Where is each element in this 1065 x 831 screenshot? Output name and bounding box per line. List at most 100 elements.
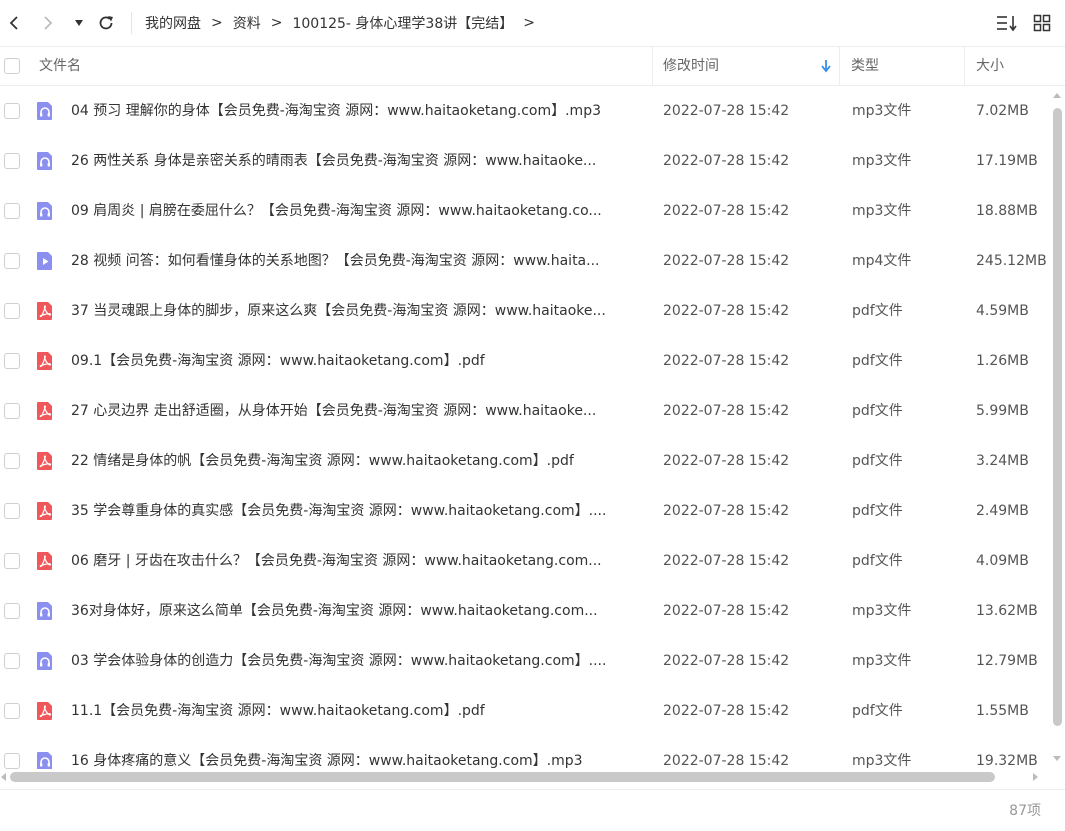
file-name[interactable]: 11.1【会员免费-海淘宝资 源网：www.haitaoketang.com】.… [71,686,643,736]
breadcrumb-item-level1[interactable]: 资料 [233,13,261,33]
file-size: 7.02MB [976,103,1029,119]
sort-desc-icon[interactable] [820,59,832,73]
column-divider[interactable] [652,47,653,85]
forward-button[interactable] [38,11,58,35]
row-checkbox[interactable] [4,453,20,469]
file-name[interactable]: 27 心灵边界 走出舒适圈，从身体开始【会员免费-海淘宝资 源网：www.hai… [71,386,643,436]
file-type: mp3文件 [852,103,912,119]
scroll-up-arrow-icon[interactable] [1053,93,1061,98]
file-type: mp3文件 [852,203,912,219]
column-divider[interactable] [839,47,840,85]
file-row[interactable]: 09 肩周炎 | 肩膀在委屈什么？【会员免费-海淘宝资 源网：www.haita… [0,186,1050,236]
refresh-button[interactable] [95,11,117,35]
row-checkbox[interactable] [4,203,20,219]
row-checkbox[interactable] [4,603,20,619]
column-divider[interactable] [964,47,965,85]
file-row[interactable]: 28 视频 问答：如何看懂身体的关系地图？【会员免费-海淘宝资 源网：www.h… [0,236,1050,286]
file-name[interactable]: 22 情绪是身体的帆【会员免费-海淘宝资 源网：www.haitaoketang… [71,436,643,486]
file-modified: 2022-07-28 15:42 [663,703,790,719]
column-header-modified[interactable]: 修改时间 [663,47,719,85]
select-all-checkbox[interactable] [4,58,20,74]
file-size: 4.59MB [976,303,1029,319]
file-type: pdf文件 [852,303,903,319]
pdf-icon [36,351,54,371]
scroll-right-arrow-icon[interactable] [1033,773,1038,781]
column-header-type[interactable]: 类型 [851,47,879,85]
row-checkbox[interactable] [4,653,20,669]
grid-view-button[interactable] [1031,11,1053,35]
toolbar: 我的网盘 > 资料 > 100125- 身体心理学38讲【完结】 > [0,0,1065,46]
audio-icon [36,101,54,121]
file-size: 245.12MB [976,253,1047,269]
row-checkbox[interactable] [4,403,20,419]
file-name[interactable]: 09 肩周炎 | 肩膀在委屈什么？【会员免费-海淘宝资 源网：www.haita… [71,186,643,236]
column-header-name[interactable]: 文件名 [39,47,81,85]
file-row[interactable]: 37 当灵魂跟上身体的脚步，原来这么爽【会员免费-海淘宝资 源网：www.hai… [0,286,1050,336]
file-name[interactable]: 03 学会体验身体的创造力【会员免费-海淘宝资 源网：www.haitaoket… [71,636,643,686]
file-name[interactable]: 04 预习 理解你的身体【会员免费-海淘宝资 源网：www.haitaoketa… [71,86,643,136]
row-checkbox[interactable] [4,303,20,319]
file-row[interactable]: 35 学会尊重身体的真实感【会员免费-海淘宝资 源网：www.haitaoket… [0,486,1050,536]
file-row[interactable]: 03 学会体验身体的创造力【会员免费-海淘宝资 源网：www.haitaoket… [0,636,1050,686]
file-name[interactable]: 09.1【会员免费-海淘宝资 源网：www.haitaoketang.com】.… [71,336,643,386]
file-name[interactable]: 36对身体好，原来这么简单【会员免费-海淘宝资 源网：www.haitaoket… [71,586,643,636]
file-type: pdf文件 [852,503,903,519]
file-type: pdf文件 [852,403,903,419]
file-size: 12.79MB [976,653,1038,669]
file-row[interactable]: 36对身体好，原来这么简单【会员免费-海淘宝资 源网：www.haitaoket… [0,586,1050,636]
pdf-icon [36,701,54,721]
file-name[interactable]: 28 视频 问答：如何看懂身体的关系地图？【会员免费-海淘宝资 源网：www.h… [71,236,643,286]
row-checkbox[interactable] [4,503,20,519]
file-type: mp3文件 [852,603,912,619]
back-button[interactable] [4,11,24,35]
file-row[interactable]: 11.1【会员免费-海淘宝资 源网：www.haitaoketang.com】.… [0,686,1050,736]
refresh-icon [99,16,113,30]
file-list: 04 预习 理解你的身体【会员免费-海淘宝资 源网：www.haitaoketa… [0,86,1050,769]
file-modified: 2022-07-28 15:42 [663,753,790,769]
file-type: pdf文件 [852,553,903,569]
file-row[interactable]: 16 身体疼痛的意义【会员免费-海淘宝资 源网：www.haitaoketang… [0,736,1050,769]
audio-icon [36,601,54,621]
file-row[interactable]: 09.1【会员免费-海淘宝资 源网：www.haitaoketang.com】.… [0,336,1050,386]
column-header-size[interactable]: 大小 [976,47,1004,85]
row-checkbox[interactable] [4,753,20,769]
breadcrumb-item-root[interactable]: 我的网盘 [145,13,201,33]
grid-view-icon [1033,14,1051,32]
file-name[interactable]: 06 磨牙 | 牙齿在攻击什么？【会员免费-海淘宝资 源网：www.haitao… [71,536,643,586]
row-checkbox[interactable] [4,553,20,569]
file-size: 4.09MB [976,553,1029,569]
breadcrumb-expand-icon[interactable]: > [523,15,535,31]
vertical-scroll-thumb[interactable] [1053,108,1062,726]
file-type: mp3文件 [852,653,912,669]
row-checkbox[interactable] [4,703,20,719]
file-row[interactable]: 22 情绪是身体的帆【会员免费-海淘宝资 源网：www.haitaoketang… [0,436,1050,486]
horizontal-scroll-thumb[interactable] [10,772,995,782]
file-row[interactable]: 26 两性关系 身体是亲密关系的晴雨表【会员免费-海淘宝资 源网：www.hai… [0,136,1050,186]
vertical-scrollbar[interactable] [1050,86,1065,769]
file-size: 5.99MB [976,403,1029,419]
item-count: 87项 [1009,803,1041,819]
row-checkbox[interactable] [4,353,20,369]
audio-icon [36,651,54,671]
row-checkbox[interactable] [4,253,20,269]
sort-menu-button[interactable] [995,11,1019,35]
file-name[interactable]: 26 两性关系 身体是亲密关系的晴雨表【会员免费-海淘宝资 源网：www.hai… [71,136,643,186]
file-name[interactable]: 37 当灵魂跟上身体的脚步，原来这么爽【会员免费-海淘宝资 源网：www.hai… [71,286,643,336]
scroll-down-arrow-icon[interactable] [1053,756,1061,761]
file-name[interactable]: 35 学会尊重身体的真实感【会员免费-海淘宝资 源网：www.haitaoket… [71,486,643,536]
history-dropdown-button[interactable] [72,11,86,35]
file-size: 17.19MB [976,153,1038,169]
breadcrumb-item-current[interactable]: 100125- 身体心理学38讲【完结】 [292,13,513,33]
file-row[interactable]: 06 磨牙 | 牙齿在攻击什么？【会员免费-海淘宝资 源网：www.haitao… [0,536,1050,586]
row-checkbox[interactable] [4,103,20,119]
file-size: 13.62MB [976,603,1038,619]
file-size: 3.24MB [976,453,1029,469]
scroll-left-arrow-icon[interactable] [1,773,6,781]
file-name[interactable]: 16 身体疼痛的意义【会员免费-海淘宝资 源网：www.haitaoketang… [71,736,643,769]
caret-down-icon [75,20,83,26]
pdf-icon [36,551,54,571]
row-checkbox[interactable] [4,153,20,169]
file-row[interactable]: 04 预习 理解你的身体【会员免费-海淘宝资 源网：www.haitaoketa… [0,86,1050,136]
horizontal-scrollbar[interactable] [0,769,1050,785]
file-row[interactable]: 27 心灵边界 走出舒适圈，从身体开始【会员免费-海淘宝资 源网：www.hai… [0,386,1050,436]
